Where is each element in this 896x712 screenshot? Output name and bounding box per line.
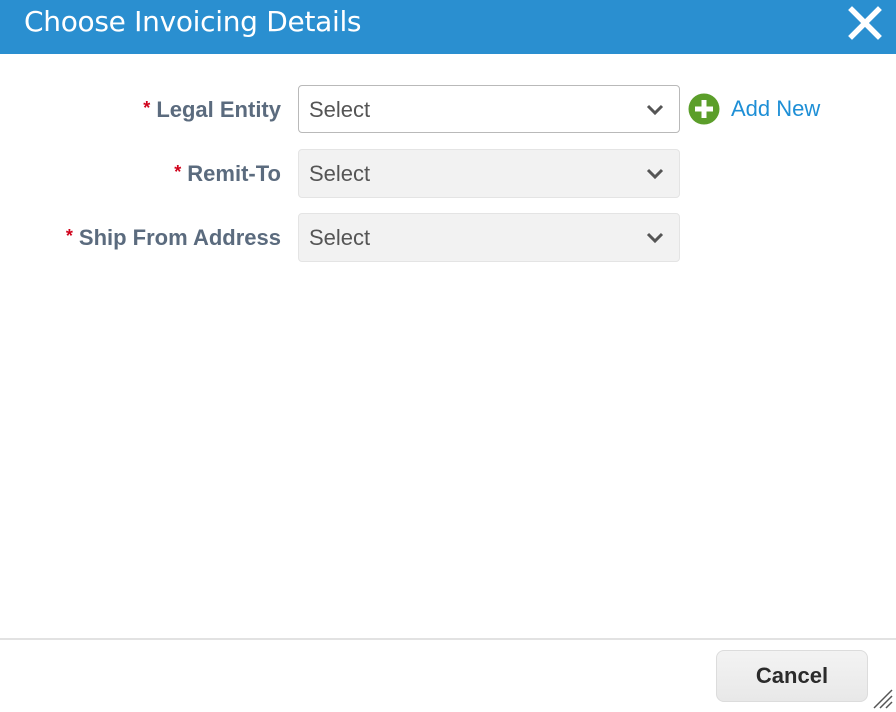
select-value: Select bbox=[309, 97, 371, 122]
chevron-down-icon bbox=[646, 168, 664, 180]
add-new-button[interactable]: Add New bbox=[688, 93, 820, 125]
chevron-down-icon bbox=[646, 232, 664, 244]
resize-grip-icon[interactable] bbox=[868, 684, 894, 710]
close-icon bbox=[848, 6, 882, 40]
add-new-label: Add New bbox=[731, 96, 821, 121]
required-marker: * bbox=[65, 226, 73, 246]
chevron-down-icon bbox=[646, 104, 664, 116]
form-row-legal-entity: * Legal Entity Select Add New bbox=[0, 85, 896, 135]
footer-divider bbox=[0, 638, 896, 640]
cancel-button[interactable]: Cancel bbox=[716, 650, 868, 702]
ship-from-address-label: * Ship From Address bbox=[65, 225, 281, 250]
required-marker: * bbox=[143, 98, 151, 118]
plus-circle-icon bbox=[688, 93, 720, 125]
form-row-remit-to: * Remit-To Select bbox=[0, 149, 896, 199]
required-marker: * bbox=[174, 162, 182, 182]
remit-to-select[interactable]: Select bbox=[298, 149, 680, 198]
form-row-ship-from-address: * Ship From Address Select bbox=[0, 213, 896, 263]
dialog-title: Choose Invoicing Details bbox=[24, 5, 362, 38]
ship-from-address-select[interactable]: Select bbox=[298, 213, 680, 262]
remit-to-label: * Remit-To bbox=[174, 161, 281, 186]
legal-entity-label: * Legal Entity bbox=[143, 97, 281, 122]
select-value: Select bbox=[309, 225, 371, 250]
dialog-header: Choose Invoicing Details bbox=[0, 0, 896, 54]
legal-entity-select[interactable]: Select bbox=[298, 85, 680, 133]
select-value: Select bbox=[309, 161, 371, 186]
close-button[interactable] bbox=[846, 6, 884, 42]
